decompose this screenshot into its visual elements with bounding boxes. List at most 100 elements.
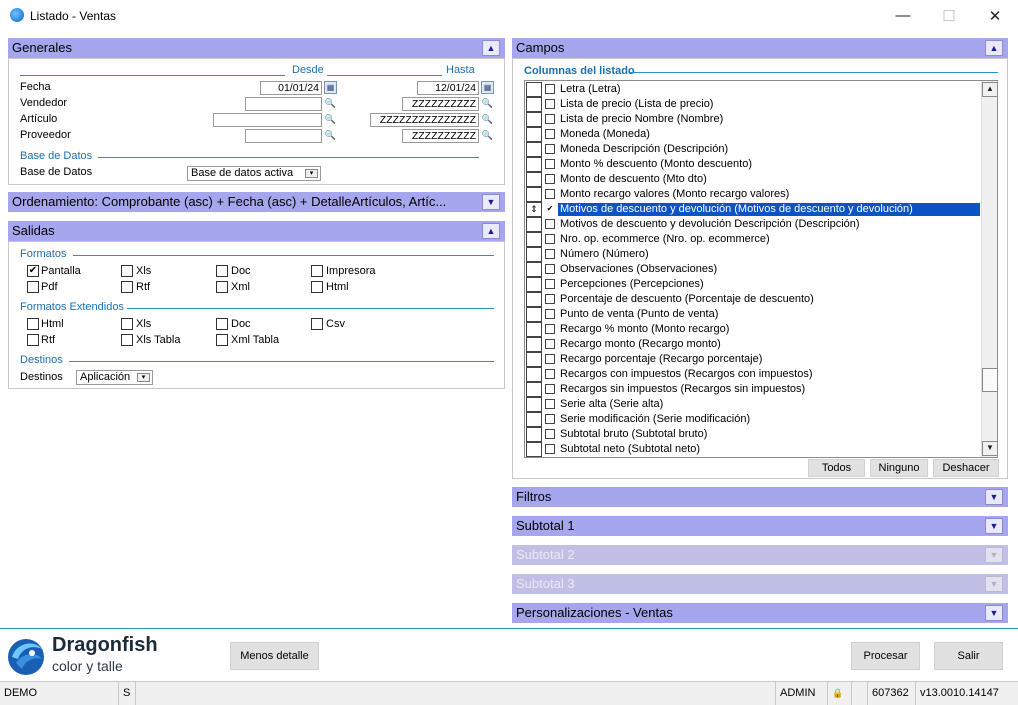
row-handle[interactable] (526, 127, 542, 142)
row-handle[interactable] (526, 172, 542, 187)
field-checkbox[interactable] (545, 294, 555, 304)
fecha-hasta-input[interactable]: 12/01/24 (417, 81, 479, 95)
close-button[interactable]: ✕ (972, 0, 1018, 31)
row-handle[interactable] (526, 232, 542, 247)
destinos-select[interactable]: Aplicación ▾ (76, 370, 153, 385)
field-checkbox[interactable] (545, 219, 555, 229)
minimize-button[interactable]: — (880, 0, 926, 31)
field-checkbox[interactable] (545, 189, 555, 199)
drag-handle-icon[interactable]: ⇕ (526, 202, 542, 217)
ordenamiento-header[interactable]: Ordenamiento: Comprobante (asc) + Fecha … (8, 192, 505, 212)
field-row[interactable]: Recargo % monto (Monto recargo) (525, 322, 985, 337)
maximize-button[interactable]: ☐ (926, 0, 972, 31)
field-row[interactable]: Nro. op. ecommerce (Nro. op. ecommerce) (525, 232, 985, 247)
field-checkbox[interactable] (545, 309, 555, 319)
ext-csv-checkbox[interactable] (311, 318, 323, 330)
salir-button[interactable]: Salir (934, 642, 1003, 670)
field-row[interactable]: Lista de precio (Lista de precio) (525, 97, 985, 112)
field-checkbox[interactable]: ✔ (545, 204, 555, 214)
vendedor-desde-input[interactable] (245, 97, 322, 111)
search-icon[interactable]: 🔍 (481, 129, 494, 142)
field-row[interactable]: Monto recargo valores (Monto recargo val… (525, 187, 985, 202)
field-row[interactable]: Motivos de descuento y devolución Descri… (525, 217, 985, 232)
vendedor-hasta-input[interactable]: ZZZZZZZZZZ (402, 97, 479, 111)
row-handle[interactable] (526, 337, 542, 352)
expand-icon[interactable]: ▼ (985, 489, 1003, 505)
field-checkbox[interactable] (545, 264, 555, 274)
expand-icon[interactable]: ▼ (482, 194, 500, 210)
field-row[interactable]: Moneda (Moneda) (525, 127, 985, 142)
row-handle[interactable] (526, 97, 542, 112)
personalizaciones-header[interactable]: Personalizaciones - Ventas ▼ (512, 603, 1008, 623)
field-row[interactable]: Letra (Letra) (525, 82, 985, 97)
ext-xls-checkbox[interactable] (121, 318, 133, 330)
scroll-down-icon[interactable]: ▼ (982, 441, 997, 456)
field-checkbox[interactable] (545, 129, 555, 139)
generales-header[interactable]: Generales ▲ (8, 38, 505, 58)
todos-button[interactable]: Todos (808, 459, 865, 477)
row-handle[interactable] (526, 352, 542, 367)
expand-icon[interactable]: ▼ (985, 605, 1003, 621)
field-row[interactable]: Moneda Descripción (Descripción) (525, 142, 985, 157)
xml-checkbox[interactable] (216, 281, 228, 293)
deshacer-button[interactable]: Deshacer (933, 459, 999, 477)
field-checkbox[interactable] (545, 174, 555, 184)
proveedor-desde-input[interactable] (245, 129, 322, 143)
subtotal1-header[interactable]: Subtotal 1 ▼ (512, 516, 1008, 536)
procesar-button[interactable]: Procesar (851, 642, 920, 670)
ext-doc-checkbox[interactable] (216, 318, 228, 330)
field-checkbox[interactable] (545, 324, 555, 334)
ninguno-button[interactable]: Ninguno (870, 459, 928, 477)
field-checkbox[interactable] (545, 84, 555, 94)
xls-checkbox[interactable] (121, 265, 133, 277)
field-checkbox[interactable] (545, 354, 555, 364)
doc-checkbox[interactable] (216, 265, 228, 277)
list-scrollbar[interactable]: ▲ ▼ (981, 81, 997, 457)
row-handle[interactable] (526, 217, 542, 232)
base-select[interactable]: Base de datos activa ▾ (187, 166, 321, 181)
menos-detalle-button[interactable]: Menos detalle (230, 642, 319, 670)
collapse-icon[interactable]: ▲ (482, 223, 500, 239)
html-checkbox[interactable] (311, 281, 323, 293)
ext-xml-tabla-checkbox[interactable] (216, 334, 228, 346)
field-row[interactable]: Monto % descuento (Monto descuento) (525, 157, 985, 172)
field-checkbox[interactable] (545, 249, 555, 259)
campos-header[interactable]: Campos ▲ (512, 38, 1008, 58)
expand-icon[interactable]: ▼ (985, 518, 1003, 534)
search-icon[interactable]: 🔍 (324, 97, 337, 110)
row-handle[interactable] (526, 412, 542, 427)
row-handle[interactable] (526, 157, 542, 172)
field-checkbox[interactable] (545, 399, 555, 409)
field-row[interactable]: Recargos sin impuestos (Recargos sin imp… (525, 382, 985, 397)
row-handle[interactable] (526, 142, 542, 157)
search-icon[interactable]: 🔍 (324, 113, 337, 126)
field-checkbox[interactable] (545, 339, 555, 349)
ext-rtf-checkbox[interactable] (27, 334, 39, 346)
fecha-desde-input[interactable]: 01/01/24 (260, 81, 322, 95)
row-handle[interactable] (526, 427, 542, 442)
row-handle[interactable] (526, 292, 542, 307)
field-row[interactable]: Porcentaje de descuento (Porcentaje de d… (525, 292, 985, 307)
scroll-up-icon[interactable]: ▲ (982, 82, 997, 97)
field-row[interactable]: Serie modificación (Serie modificación) (525, 412, 985, 427)
scroll-thumb[interactable] (982, 368, 997, 392)
field-row[interactable]: Número (Número) (525, 247, 985, 262)
pantalla-checkbox[interactable]: ✔ (27, 265, 39, 277)
fields-list[interactable]: Subtotal neto (Subtotal neto) Subtotal br… (524, 80, 998, 458)
field-row[interactable]: Serie alta (Serie alta) (525, 397, 985, 412)
ext-html-checkbox[interactable] (27, 318, 39, 330)
ext-xls-tabla-checkbox[interactable] (121, 334, 133, 346)
field-row[interactable]: Observaciones (Observaciones) (525, 262, 985, 277)
row-handle[interactable] (526, 397, 542, 412)
field-checkbox[interactable] (545, 99, 555, 109)
field-checkbox[interactable] (545, 444, 555, 454)
field-row[interactable]: ⇕ ✔ Motivos de descuento y devolución (Mot… (525, 202, 985, 217)
salidas-header[interactable]: Salidas ▲ (8, 221, 505, 241)
field-checkbox[interactable] (545, 429, 555, 439)
field-checkbox[interactable] (545, 369, 555, 379)
field-checkbox[interactable] (545, 234, 555, 244)
row-handle[interactable] (526, 277, 542, 292)
field-checkbox[interactable] (545, 144, 555, 154)
field-row[interactable]: Subtotal neto (Subtotal neto) (525, 442, 985, 457)
calendar-icon[interactable]: ▦ (481, 81, 494, 94)
